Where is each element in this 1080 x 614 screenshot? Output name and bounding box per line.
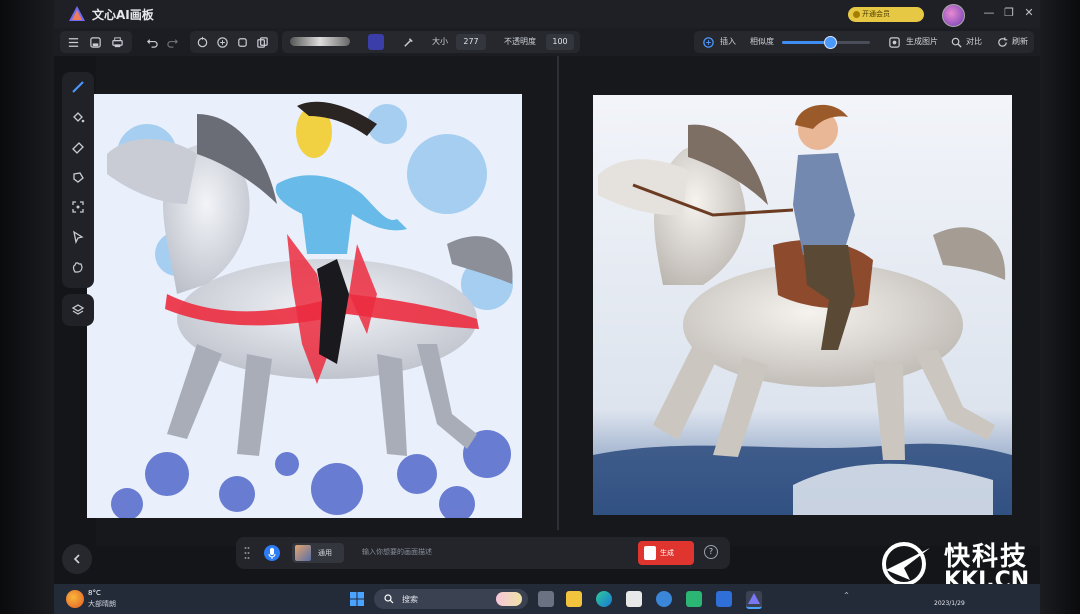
split-divider[interactable] xyxy=(557,56,559,530)
layers-rail xyxy=(62,294,94,326)
undo-icon[interactable] xyxy=(144,34,160,50)
search-label: 搜索 xyxy=(402,595,418,604)
close-icon[interactable]: ✕ xyxy=(1022,6,1036,19)
prompt-input[interactable]: 输入你想要的画面描述 xyxy=(362,547,432,557)
task-view-icon[interactable] xyxy=(538,591,554,607)
app-logo-icon xyxy=(69,6,85,21)
taskbar-search[interactable]: 搜索 xyxy=(374,589,528,609)
pointer-icon[interactable] xyxy=(69,228,87,246)
similarity-label: 相似度 xyxy=(750,37,774,46)
generate-button[interactable]: 生成 xyxy=(638,541,694,565)
title-bar: 文心AI画板 开通会员 — ❐ ✕ xyxy=(54,0,1040,28)
taskbar: 8°C 大部晴朗 搜索 ^ 2023/1/29 xyxy=(54,584,1040,614)
file-group xyxy=(60,31,132,53)
mail-icon[interactable] xyxy=(716,591,732,607)
generate-label: 生成 xyxy=(660,549,674,557)
avatar[interactable] xyxy=(942,4,965,27)
drag-handle-icon[interactable] xyxy=(244,546,250,560)
insert-icon[interactable] xyxy=(700,34,716,50)
style-thumbnail xyxy=(295,545,311,561)
print-icon[interactable] xyxy=(109,34,125,50)
brush-color-swatch[interactable] xyxy=(368,34,384,50)
style-selector[interactable]: 通用 xyxy=(292,543,344,563)
screen-bezel-left xyxy=(0,0,54,614)
file-explorer-icon[interactable] xyxy=(566,591,582,607)
transform-group xyxy=(190,31,278,53)
generate-icon xyxy=(644,546,656,560)
maximize-icon[interactable]: ❐ xyxy=(1002,6,1016,19)
similarity-slider-fill xyxy=(782,41,831,44)
fill-icon[interactable] xyxy=(69,108,87,126)
back-button[interactable] xyxy=(62,544,92,574)
help-icon[interactable]: ? xyxy=(704,545,718,559)
crop-icon[interactable] xyxy=(234,34,250,50)
clock-date[interactable]: 2023/1/29 xyxy=(934,600,965,607)
refresh-label[interactable]: 刷新 xyxy=(1012,36,1028,47)
save-icon[interactable] xyxy=(87,34,103,50)
select-icon[interactable] xyxy=(69,198,87,216)
tray-chevron-icon[interactable]: ^ xyxy=(844,592,849,599)
app-title: 文心AI画板 xyxy=(92,8,154,22)
layers-icon[interactable] xyxy=(69,301,87,319)
minimize-icon[interactable]: — xyxy=(982,6,996,19)
brush-icon[interactable] xyxy=(69,78,87,96)
browser-icon[interactable] xyxy=(656,591,672,607)
brush-preview[interactable] xyxy=(290,37,350,46)
similarity-slider-knob[interactable] xyxy=(824,36,838,49)
microphone-button[interactable] xyxy=(264,545,280,561)
weather-temp: 8°C xyxy=(88,589,101,597)
rotate-icon[interactable] xyxy=(194,34,210,50)
chevron-left-icon xyxy=(73,554,80,564)
prompt-bar: 通用 输入你想要的画面描述 生成 ? xyxy=(236,537,730,569)
refresh-icon[interactable] xyxy=(994,34,1010,50)
generated-artwork xyxy=(593,95,1012,515)
notepad-icon[interactable] xyxy=(626,591,642,607)
weather-desc: 大部晴朗 xyxy=(88,600,116,608)
spreadsheet-icon[interactable] xyxy=(686,591,702,607)
vip-promo-badge[interactable]: 开通会员 xyxy=(848,7,924,22)
generate-image-label[interactable]: 生成图片 xyxy=(906,36,938,47)
generation-group: 插入 相似度 生成图片 对比 刷新 xyxy=(694,31,1034,53)
copy-icon[interactable] xyxy=(254,34,270,50)
toolbar: 大小 277 不透明度 100 插入 相似度 生成图片 对比 刷新 xyxy=(54,28,1040,56)
hand-icon[interactable] xyxy=(69,258,87,276)
lasso-icon[interactable] xyxy=(69,168,87,186)
crown-icon xyxy=(853,11,860,18)
redo-icon[interactable] xyxy=(164,34,180,50)
style-label: 通用 xyxy=(318,549,332,557)
insert-label[interactable]: 插入 xyxy=(720,36,736,47)
size-label: 大小 xyxy=(432,37,448,46)
opacity-label: 不透明度 xyxy=(504,37,536,46)
size-input[interactable]: 277 xyxy=(456,34,486,50)
eraser-icon[interactable] xyxy=(69,138,87,156)
opacity-input[interactable]: 100 xyxy=(546,34,574,50)
zoom-in-icon[interactable] xyxy=(214,34,230,50)
weather-icon[interactable] xyxy=(66,590,84,608)
menu-icon[interactable] xyxy=(65,34,81,50)
generated-image[interactable] xyxy=(593,95,1012,515)
search-highlight-icon xyxy=(496,592,522,606)
screen-bezel-right xyxy=(1040,0,1080,614)
generate-image-icon[interactable] xyxy=(886,34,902,50)
yige-app-icon[interactable] xyxy=(746,591,762,609)
promo-label: 开通会员 xyxy=(862,10,890,18)
edge-browser-icon[interactable] xyxy=(596,591,612,607)
search-icon xyxy=(384,594,394,604)
sketch-artwork xyxy=(87,94,522,518)
drawing-canvas[interactable] xyxy=(87,94,522,518)
eyedropper-icon[interactable] xyxy=(400,34,416,50)
similarity-slider[interactable] xyxy=(782,36,870,49)
microphone-icon xyxy=(268,548,276,559)
tool-rail xyxy=(62,72,94,288)
compare-label[interactable]: 对比 xyxy=(966,36,982,47)
brush-settings-group: 大小 277 不透明度 100 xyxy=(282,31,580,53)
kkj-logo-icon xyxy=(882,542,930,586)
compare-icon[interactable] xyxy=(948,34,964,50)
windows-start-icon[interactable] xyxy=(350,592,364,606)
